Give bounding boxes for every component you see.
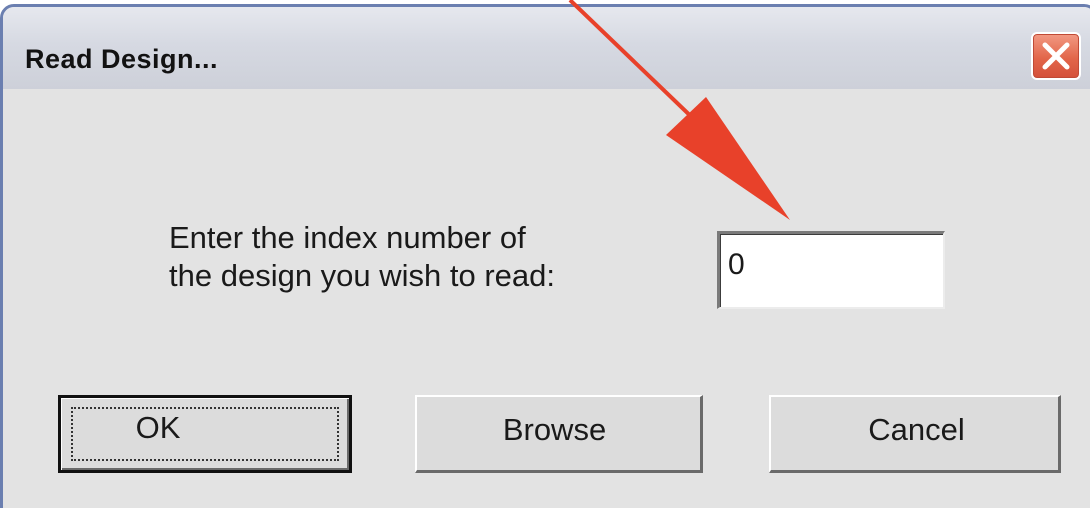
cancel-button[interactable]: Cancel	[769, 395, 1061, 473]
screenshot-stage: Read Design... Enter the index number of…	[0, 0, 1090, 508]
prompt-line-2: the design you wish to read:	[169, 258, 556, 293]
dialog-body: Enter the index number of the design you…	[3, 89, 1090, 508]
index-prompt-label: Enter the index number of the design you…	[169, 219, 555, 295]
close-x-icon	[1042, 42, 1070, 70]
ok-button[interactable]: OK	[58, 395, 352, 473]
read-design-dialog: Read Design... Enter the index number of…	[0, 4, 1090, 508]
index-number-value: 0	[728, 248, 745, 281]
dialog-title: Read Design...	[25, 44, 219, 74]
browse-button-label: Browse	[502, 411, 607, 447]
focus-rectangle	[71, 407, 339, 461]
cancel-button-label: Cancel	[868, 411, 965, 447]
browse-button[interactable]: Browse	[415, 395, 703, 473]
prompt-line-1: Enter the index number of	[169, 220, 526, 255]
title-bar[interactable]: Read Design...	[3, 7, 1090, 90]
close-button[interactable]	[1031, 32, 1081, 80]
ok-button-label: OK	[135, 410, 181, 445]
index-number-input[interactable]: 0	[717, 231, 945, 309]
